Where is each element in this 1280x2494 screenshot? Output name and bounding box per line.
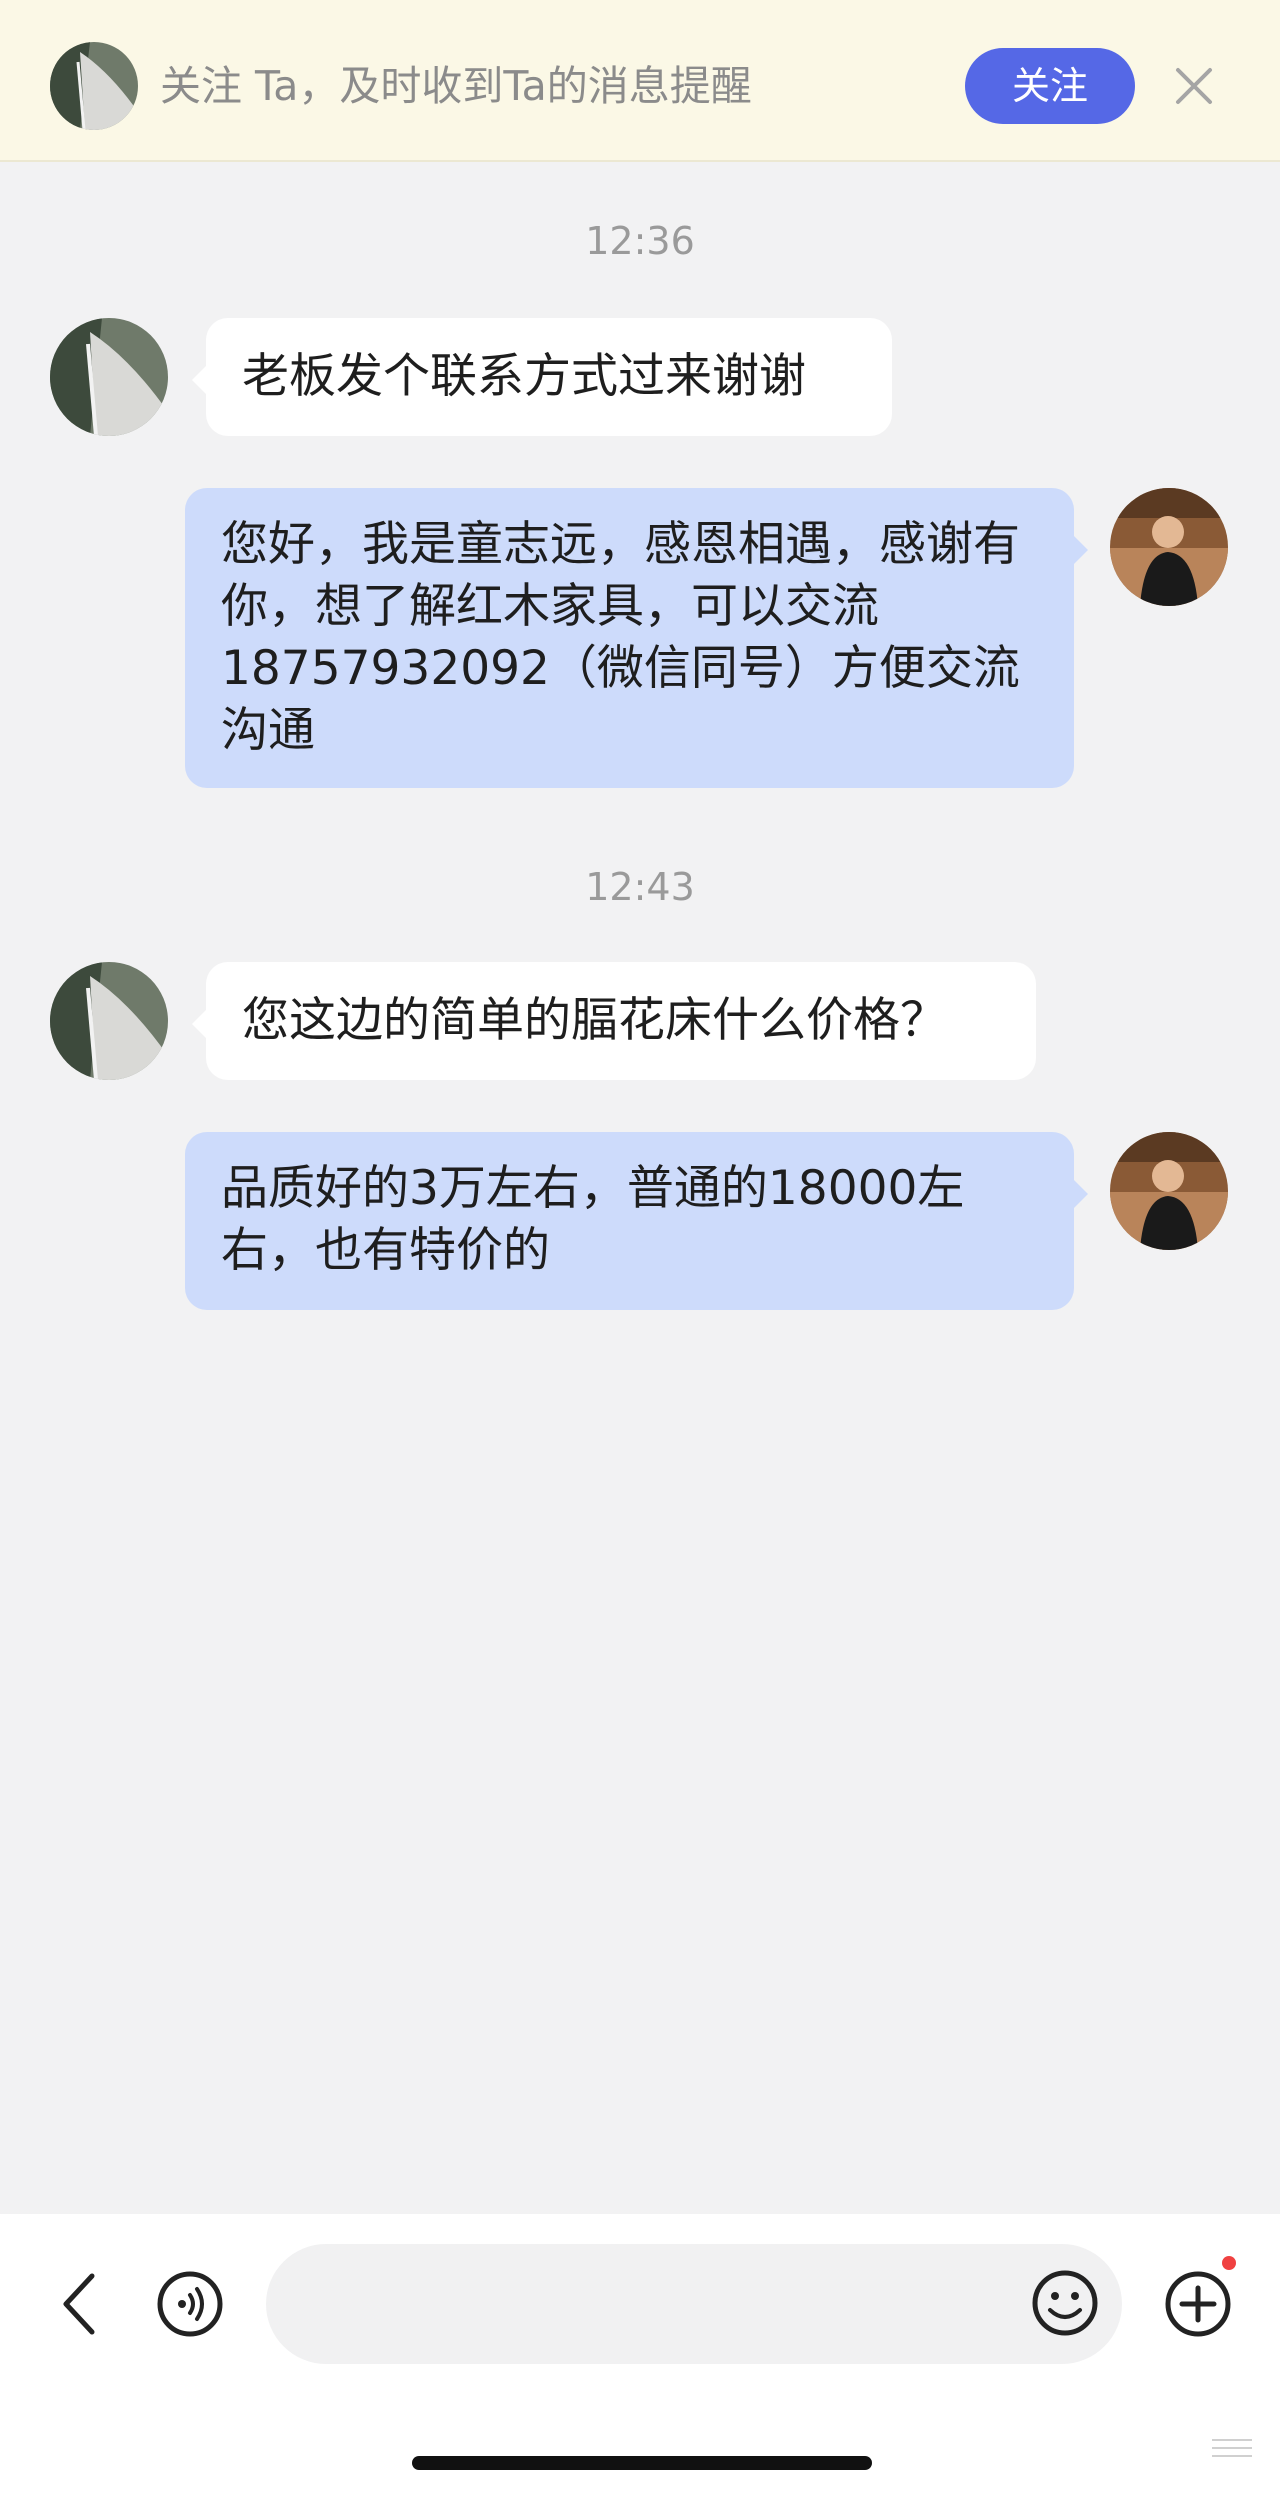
follow-banner: 关注 Ta，及时收到Ta的消息提醒 关注	[0, 0, 1280, 162]
sent-message[interactable]: 品质好的3万左右，普通的18000左右，也有特价的	[185, 1132, 1088, 1310]
contact-avatar-icon[interactable]	[50, 962, 168, 1080]
my-avatar-icon[interactable]	[1110, 1132, 1228, 1250]
sent-message[interactable]: 您好，我是童志远，感恩相遇，感谢有你，想了解红木家具，可以交流187579320…	[185, 488, 1088, 788]
home-indicator[interactable]	[412, 2456, 872, 2470]
input-bar	[0, 2214, 1280, 2494]
follow-prompt-text: 关注 Ta，及时收到Ta的消息提醒	[160, 62, 752, 110]
plus-icon[interactable]	[1162, 2268, 1234, 2340]
contact-avatar-icon[interactable]	[50, 318, 168, 436]
emoji-icon[interactable]	[1030, 2268, 1100, 2338]
close-icon[interactable]	[1170, 62, 1218, 110]
notification-dot	[1222, 2256, 1236, 2270]
contact-avatar-icon[interactable]	[50, 42, 138, 130]
follow-button[interactable]: 关注	[965, 48, 1135, 124]
watermark-lines	[1212, 2436, 1252, 2464]
my-avatar-icon[interactable]	[1110, 488, 1228, 606]
message-input[interactable]	[266, 2244, 1122, 2364]
back-icon[interactable]	[46, 2268, 118, 2340]
timestamp: 12:43	[585, 865, 695, 909]
voice-icon[interactable]	[154, 2268, 226, 2340]
timestamp: 12:36	[585, 219, 695, 263]
received-message[interactable]: 您这边的简单的腷花床什么价格？	[192, 962, 1036, 1080]
received-message[interactable]: 老板发个联系方式过来谢谢	[192, 318, 892, 436]
